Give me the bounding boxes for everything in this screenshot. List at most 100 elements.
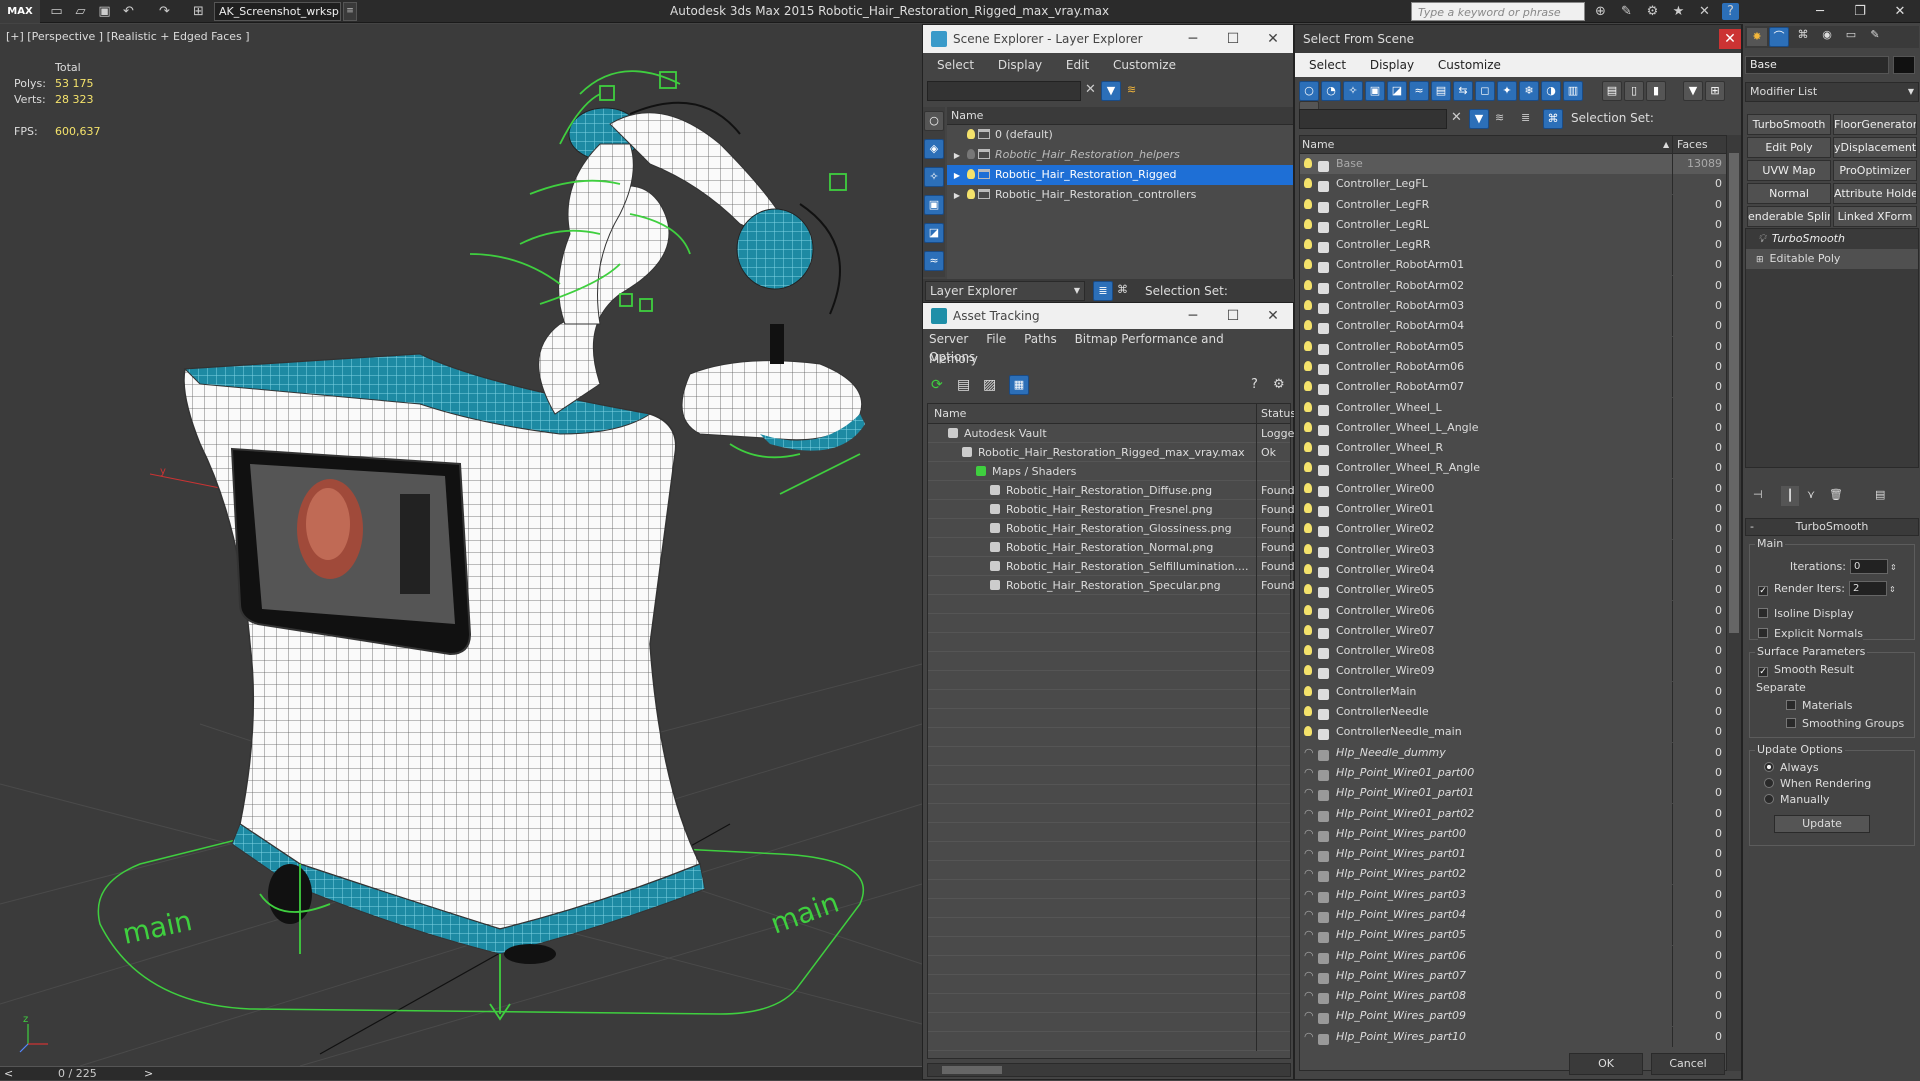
- close-icon[interactable]: ✕: [1253, 25, 1293, 53]
- menu-server[interactable]: Server: [929, 332, 968, 346]
- object-row[interactable]: ◠ Hlp_Point_Wires_part00 0: [1300, 823, 1726, 844]
- object-row[interactable]: ◠ Hlp_Point_Wires_part09 0: [1300, 1006, 1726, 1027]
- layer-row[interactable]: ▶ Robotic_Hair_Restoration_controllers: [947, 185, 1293, 205]
- object-search-input[interactable]: [1299, 109, 1447, 129]
- lightbulb-icon[interactable]: [1304, 560, 1315, 580]
- object-row[interactable]: ◠ Hlp_Point_Wires_part08 0: [1300, 986, 1726, 1007]
- layer-row[interactable]: ▶ Robotic_Hair_Restoration_helpers: [947, 145, 1293, 165]
- object-row[interactable]: Controller_Wheel_R_Angle 0: [1300, 458, 1726, 479]
- lightbulb-icon[interactable]: [1304, 377, 1315, 397]
- close-icon[interactable]: ✕: [1719, 29, 1741, 49]
- scrollbar-thumb[interactable]: [942, 1066, 1002, 1074]
- hidden-eye-icon[interactable]: ◠: [1304, 905, 1314, 925]
- hidden-eye-icon[interactable]: ◠: [1304, 925, 1314, 945]
- thumbnail-icon[interactable]: ▨: [983, 377, 996, 393]
- lightbulb-icon[interactable]: [1304, 702, 1315, 722]
- object-vscrollbar[interactable]: [1727, 135, 1741, 1071]
- clear-search-icon[interactable]: ✕: [1451, 110, 1462, 125]
- settings-icon[interactable]: ⚙: [1273, 377, 1285, 392]
- layer-tree-header[interactable]: Name: [947, 107, 1293, 125]
- show-end-result-icon[interactable]: ┃: [1781, 486, 1799, 506]
- object-row[interactable]: Controller_Wire03 0: [1300, 539, 1726, 560]
- modifier-button[interactable]: UVW Map: [1747, 160, 1831, 181]
- explicit-normals-checkbox[interactable]: [1758, 628, 1768, 638]
- menu-select[interactable]: Select: [1309, 58, 1346, 72]
- menu-paths[interactable]: Paths: [1024, 332, 1057, 346]
- display-cameras-icon[interactable]: ▣: [924, 195, 944, 215]
- object-row[interactable]: ◠ Hlp_Point_Wires_part02 0: [1300, 864, 1726, 885]
- undo-icon[interactable]: ↶: [120, 3, 137, 20]
- explicit-row[interactable]: Explicit Normals: [1758, 627, 1863, 640]
- filter-helpers-icon[interactable]: ◪: [1387, 81, 1407, 101]
- new-file-icon[interactable]: ▭: [48, 3, 65, 20]
- redo-icon[interactable]: ↷: [156, 3, 173, 20]
- modifier-button[interactable]: FloorGenerator: [1833, 114, 1917, 135]
- subscription-icon[interactable]: ⚙: [1644, 3, 1661, 20]
- table-view-icon[interactable]: ▦: [1009, 375, 1029, 395]
- create-tab-icon[interactable]: ✸: [1747, 28, 1767, 46]
- stack-item-editable-poly[interactable]: ⊞ Editable Poly: [1746, 249, 1918, 269]
- iterations-spinner[interactable]: 0: [1850, 559, 1888, 574]
- modifier-button[interactable]: Linked XForm: [1833, 206, 1917, 227]
- object-row[interactable]: ◠ Hlp_Needle_dummy 0: [1300, 742, 1726, 763]
- smoothing-groups-row[interactable]: Smoothing Groups: [1786, 717, 1904, 730]
- menu-display[interactable]: Display: [998, 58, 1042, 72]
- maximize-icon[interactable]: ☐: [1213, 303, 1253, 329]
- modifier-button[interactable]: Edit Poly: [1747, 137, 1831, 158]
- menu-display[interactable]: Display: [1370, 58, 1414, 72]
- manually-row[interactable]: Manually: [1764, 793, 1830, 806]
- hidden-eye-icon[interactable]: ◠: [1304, 844, 1314, 864]
- asset-row[interactable]: Robotic_Hair_Restoration_Selfilluminatio…: [928, 557, 1295, 576]
- lightbulb-icon[interactable]: [1304, 255, 1315, 275]
- modify-tab-icon[interactable]: ⌒: [1769, 27, 1789, 47]
- smooth-result-checkbox[interactable]: ✓: [1758, 667, 1768, 677]
- app-logo[interactable]: MAX: [0, 0, 40, 23]
- smooth-result-row[interactable]: ✓ Smooth Result: [1758, 663, 1854, 677]
- modifier-button[interactable]: enderable Splin: [1747, 206, 1831, 227]
- lightbulb-icon[interactable]: [1304, 276, 1315, 296]
- object-row[interactable]: Controller_RobotArm04 0: [1300, 316, 1726, 337]
- filter-shapes-icon[interactable]: ◔: [1321, 81, 1341, 101]
- object-row[interactable]: Controller_RobotArm05 0: [1300, 336, 1726, 357]
- asset-col-name[interactable]: Name: [934, 404, 966, 424]
- hidden-eye-icon[interactable]: ◠: [1304, 946, 1314, 966]
- spinner-arrows-icon[interactable]: ⇕: [1889, 585, 1896, 594]
- lightbulb-icon[interactable]: [1304, 661, 1315, 681]
- hidden-eye-icon[interactable]: ◠: [1304, 804, 1314, 824]
- lightbulb-icon[interactable]: [1304, 499, 1315, 519]
- scene-explorer-titlebar[interactable]: Scene Explorer - Layer Explorer ─ ☐ ✕: [923, 25, 1293, 53]
- expand-icon[interactable]: ⊞: [1756, 255, 1764, 265]
- cancel-button[interactable]: Cancel: [1651, 1053, 1725, 1075]
- refresh-icon[interactable]: ⟳: [931, 377, 943, 393]
- help-icon[interactable]: ?: [1722, 3, 1739, 20]
- asset-col-status[interactable]: Status: [1256, 404, 1296, 424]
- object-row[interactable]: Controller_LegFR 0: [1300, 194, 1726, 215]
- render-iters-checkbox[interactable]: ✓: [1758, 585, 1768, 596]
- minimize-icon[interactable]: ─: [1173, 25, 1213, 53]
- menu-options[interactable]: Options: [929, 350, 975, 364]
- display-spacewarps-icon[interactable]: ≈: [924, 251, 944, 271]
- maximize-icon[interactable]: ☐: [1213, 25, 1253, 53]
- make-unique-icon[interactable]: ⋎: [1807, 488, 1815, 501]
- asset-row[interactable]: Autodesk Vault Logge: [928, 424, 1294, 443]
- asset-row[interactable]: Robotic_Hair_Restoration_Rigged_max_vray…: [928, 443, 1290, 462]
- manually-radio[interactable]: [1764, 794, 1774, 804]
- explorer-type-dropdown[interactable]: Layer Explorer ▼: [925, 281, 1085, 301]
- hidden-eye-icon[interactable]: ◠: [1304, 986, 1314, 1006]
- asset-row[interactable]: Robotic_Hair_Restoration_Normal.png Found: [928, 538, 1295, 557]
- rollout-header[interactable]: - TurboSmooth: [1745, 518, 1919, 536]
- minimize-icon[interactable]: ─: [1173, 303, 1213, 329]
- object-row[interactable]: Controller_RobotArm02 0: [1300, 275, 1726, 296]
- help-icon[interactable]: ?: [1251, 377, 1258, 392]
- lightbulb-icon[interactable]: [1304, 479, 1315, 499]
- hidden-eye-icon[interactable]: ◠: [1304, 966, 1314, 986]
- filter-bones-icon[interactable]: ◻: [1475, 81, 1495, 101]
- object-row[interactable]: ControllerNeedle_main 0: [1300, 722, 1726, 743]
- select-invert-icon[interactable]: ▮: [1646, 81, 1666, 101]
- lightbulb-icon[interactable]: [967, 149, 975, 159]
- workspace-menu-icon[interactable]: ≡: [343, 2, 357, 21]
- hierarchy-filter-icon[interactable]: ⊞: [1705, 81, 1725, 101]
- hierarchy-icon[interactable]: ⌘: [1543, 109, 1563, 129]
- object-row[interactable]: Controller_Wire01 0: [1300, 499, 1726, 520]
- update-button[interactable]: Update: [1774, 815, 1870, 833]
